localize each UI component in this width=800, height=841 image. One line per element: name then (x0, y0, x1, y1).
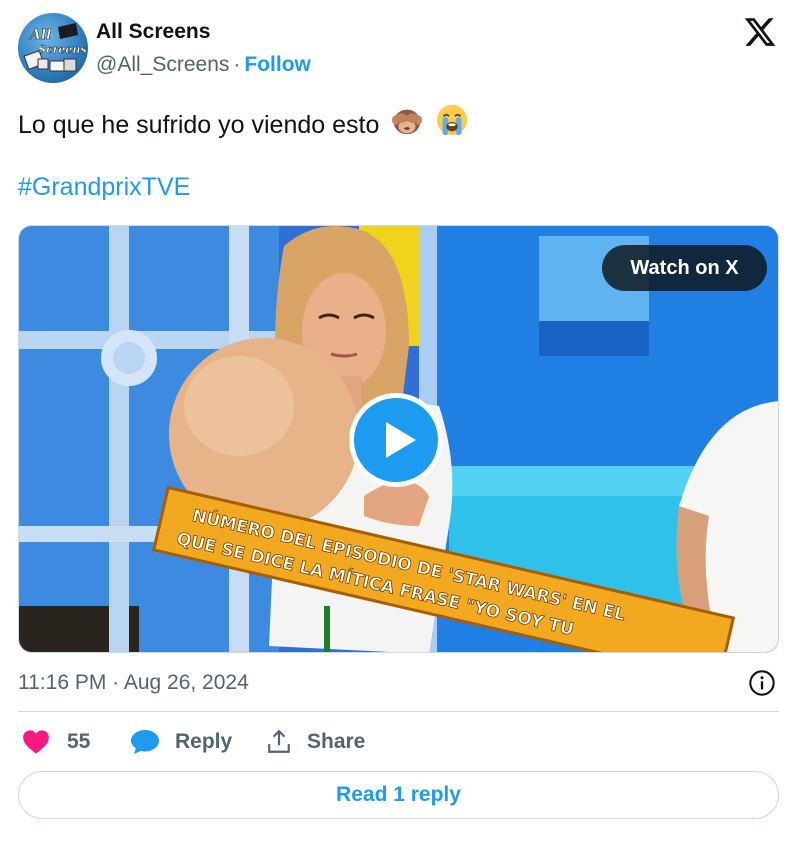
reply-label: Reply (175, 730, 233, 753)
avatar-logo-graphic: All Screens (23, 23, 87, 72)
tweet-timestamp[interactable]: 11:16 PM · Aug 26, 2024 (18, 671, 249, 695)
watch-on-x-button[interactable]: Watch on X (602, 245, 767, 291)
heart-icon (23, 730, 49, 754)
read-replies-button[interactable]: Read 1 reply (18, 771, 779, 819)
reply-button[interactable]: Reply (130, 727, 232, 757)
video-media[interactable]: NÚMERO DEL EPISODIO DE 'STAR WARS' EN EL… (18, 225, 779, 653)
svg-text:Screens: Screens (38, 43, 87, 56)
author-name[interactable]: All Screens (96, 20, 210, 44)
author-avatar[interactable]: All Screens (18, 13, 88, 83)
play-icon[interactable] (349, 393, 443, 487)
like-button[interactable]: 55 (22, 727, 90, 757)
loudly-crying-face-icon (435, 103, 469, 144)
handle-separator: · (233, 53, 241, 76)
svg-text:All: All (28, 27, 52, 43)
info-icon[interactable] (748, 669, 776, 702)
like-count: 55 (67, 730, 91, 753)
tweet-embed: All Screens All Screens @All_Screens · Fol… (0, 0, 800, 841)
see-no-evil-monkey-icon (390, 103, 424, 144)
follow-button[interactable]: Follow (244, 53, 311, 76)
author-handle[interactable]: @All_Screens (96, 53, 229, 76)
tweet-text: Lo que he sufrido yo viendo esto (18, 111, 380, 139)
tweet-text-line: Lo que he sufrido yo viendo esto (18, 103, 469, 144)
share-label: Share (307, 730, 366, 753)
reply-bubble-icon (131, 730, 159, 754)
share-button[interactable]: Share (266, 727, 365, 757)
hashtag-link[interactable]: #GrandprixTVE (18, 173, 190, 202)
author-handle-row: @All_Screens · Follow (96, 53, 311, 77)
x-logo-icon[interactable] (743, 15, 777, 49)
divider (18, 711, 779, 712)
share-icon (268, 730, 290, 753)
